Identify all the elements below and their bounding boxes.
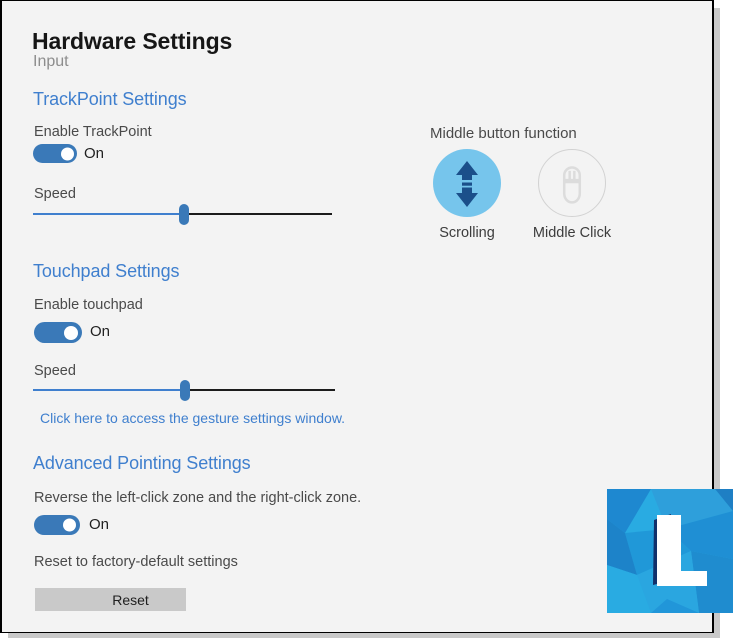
label-enable-touchpad: Enable touchpad (34, 297, 143, 313)
page-title: Hardware Settings (32, 28, 233, 54)
gesture-settings-link[interactable]: Click here to access the gesture setting… (40, 410, 345, 426)
scroll-arrows-icon (456, 161, 478, 207)
toggle-state-reverse: On (89, 516, 110, 533)
option-label-scrolling: Scrolling (439, 225, 495, 241)
slider-fill (33, 213, 185, 215)
lenovo-logo (607, 489, 733, 613)
toggle-knob (63, 518, 76, 532)
lenovo-logo-mark (607, 489, 733, 613)
toggle-knob (64, 325, 78, 340)
option-circle-middle-click (538, 149, 606, 217)
label-enable-trackpoint: Enable TrackPoint (34, 124, 152, 140)
slider-track (186, 389, 335, 391)
option-label-middle-click: Middle Click (532, 225, 612, 241)
label-reset-factory-default: Reset to factory-default settings (34, 554, 238, 570)
label-reverse-click-zones: Reverse the left-click zone and the righ… (34, 490, 362, 506)
section-heading-touchpad: Touchpad Settings (33, 261, 180, 281)
slider-touchpad-speed[interactable] (33, 379, 335, 401)
label-trackpoint-speed: Speed (34, 186, 76, 202)
page-subtitle: Input (33, 53, 69, 70)
screenshot-root: Hardware Settings Input TrackPoint Setti… (0, 0, 739, 643)
slider-track (185, 213, 332, 215)
settings-window: Hardware Settings Input TrackPoint Setti… (2, 1, 712, 632)
toggle-state-touchpad: On (90, 323, 111, 340)
middle-button-heading: Middle button function (430, 125, 577, 142)
slider-thumb[interactable] (180, 380, 190, 401)
middle-button-option-middle-click[interactable]: Middle Click (527, 149, 617, 241)
slider-trackpoint-speed[interactable] (33, 203, 332, 225)
slider-thumb[interactable] (179, 204, 189, 225)
slider-fill (33, 389, 186, 391)
label-touchpad-speed: Speed (34, 363, 76, 379)
section-heading-advanced: Advanced Pointing Settings (33, 453, 251, 473)
reset-button[interactable]: Reset (35, 588, 186, 611)
toggle-state-trackpoint: On (84, 145, 105, 162)
option-circle-scrolling (433, 149, 501, 217)
section-heading-trackpoint: TrackPoint Settings (33, 89, 187, 109)
toggle-enable-touchpad[interactable] (34, 322, 82, 343)
toggle-reverse-click-zones[interactable] (34, 515, 80, 535)
toggle-enable-trackpoint[interactable] (33, 144, 77, 163)
toggle-knob (61, 147, 74, 160)
mouse-icon (562, 166, 582, 204)
middle-button-option-scrolling[interactable]: Scrolling (431, 149, 503, 241)
